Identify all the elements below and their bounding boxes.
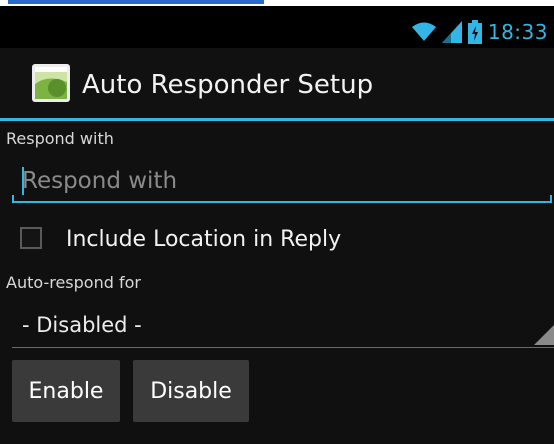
auto-respond-spinner[interactable]: - Disabled - — [0, 309, 554, 349]
status-bar: 18:33 — [0, 6, 554, 48]
include-location-checkbox[interactable] — [20, 227, 42, 249]
spinner-corner-icon — [534, 325, 554, 345]
android-app-icon[interactable] — [32, 64, 70, 102]
respond-input-underline-tick-left — [12, 195, 14, 203]
wifi-icon — [411, 22, 436, 42]
main-content: Respond with Include Location in Reply A… — [0, 121, 554, 444]
enable-button[interactable]: Enable — [12, 360, 120, 422]
text-cursor — [22, 167, 24, 195]
signal-icon — [441, 21, 462, 43]
respond-input-underline — [12, 201, 552, 203]
auto-respond-label: Auto-respond for — [6, 273, 141, 292]
action-bar: Auto Responder Setup — [0, 48, 554, 118]
status-icons: 18:33 — [411, 18, 548, 46]
top-link-underline — [8, 0, 264, 4]
button-bar: Enable Disable — [0, 355, 554, 423]
auto-respond-selected-value: - Disabled - — [22, 313, 142, 337]
include-location-label: Include Location in Reply — [66, 227, 342, 252]
include-location-row[interactable]: Include Location in Reply — [0, 219, 554, 263]
battery-icon — [467, 20, 482, 44]
respond-input-underline-tick-right — [550, 195, 552, 203]
spinner-underline — [12, 347, 554, 348]
status-time: 18:33 — [487, 20, 548, 44]
app-title: Auto Responder Setup — [82, 70, 374, 100]
disable-button[interactable]: Disable — [133, 360, 249, 422]
respond-with-input[interactable] — [12, 161, 550, 201]
respond-with-label: Respond with — [6, 129, 114, 148]
